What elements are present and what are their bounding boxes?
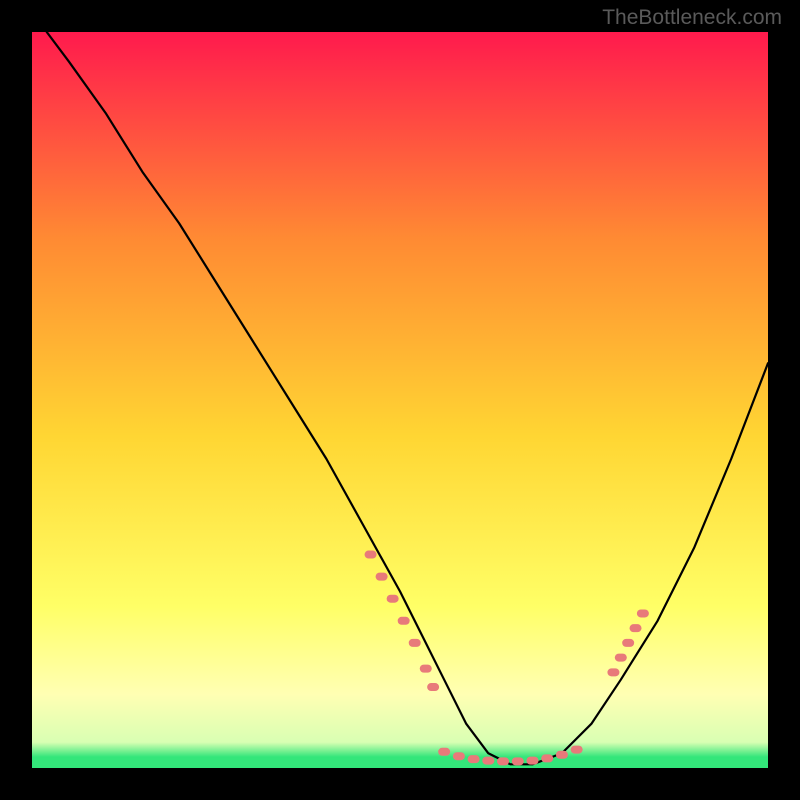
chart-svg — [32, 32, 768, 768]
marker-point — [637, 609, 649, 617]
marker-point — [607, 668, 619, 676]
marker-point — [438, 748, 450, 756]
marker-point — [376, 573, 388, 581]
marker-point — [453, 752, 465, 760]
marker-point — [622, 639, 634, 647]
marker-point — [526, 757, 538, 765]
marker-point — [615, 654, 627, 662]
marker-point — [365, 551, 377, 559]
plot-area — [32, 32, 768, 768]
marker-point — [420, 665, 432, 673]
chart-container: TheBottleneck.com — [0, 0, 800, 800]
marker-point — [409, 639, 421, 647]
marker-point — [556, 751, 568, 759]
marker-point — [512, 757, 524, 765]
marker-point — [387, 595, 399, 603]
marker-point — [398, 617, 410, 625]
marker-point — [541, 754, 553, 762]
marker-point — [427, 683, 439, 691]
marker-point — [482, 757, 494, 765]
marker-point — [630, 624, 642, 632]
marker-point — [468, 755, 480, 763]
watermark-text: TheBottleneck.com — [602, 6, 782, 30]
marker-point — [497, 757, 509, 765]
marker-point — [571, 746, 583, 754]
